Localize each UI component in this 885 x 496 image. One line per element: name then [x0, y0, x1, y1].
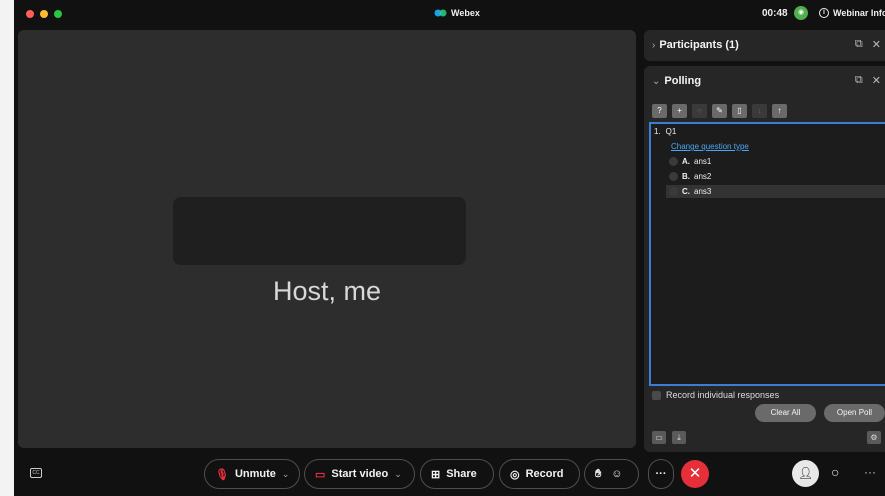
title-bar: Webex 00:48 ◉ i Webinar Info [14, 0, 885, 28]
poll-question-editor[interactable]: 1. Q1 Change question type A. ans1 B. ans2… [649, 122, 885, 386]
record-individual-responses[interactable]: Record individual responses [652, 390, 779, 400]
participants-panel: › Participants (1) ⧉ ✕ [644, 30, 885, 61]
open-folder-icon[interactable]: ▭ [652, 431, 666, 444]
raise-hand-icon[interactable]: ✋︎ [595, 468, 601, 481]
polling-toolbar: ? + ○ ✎ ▯ ↓ ↑ [652, 104, 787, 118]
leave-meeting-button[interactable]: ✕ [681, 460, 709, 488]
participant-name: Host, me [272, 276, 382, 306]
move-up-icon[interactable]: ↑ [772, 104, 787, 118]
start-video-button[interactable]: ▭ Start video ⌄ [304, 459, 415, 489]
popout-icon[interactable]: ⧉ [855, 74, 863, 87]
gear-icon[interactable]: ⚙ [867, 431, 881, 444]
change-question-type-link[interactable]: Change question type [671, 142, 749, 151]
webex-logo-icon [434, 9, 447, 17]
ellipsis-icon: ··· [655, 468, 667, 480]
radio-icon [669, 172, 678, 181]
chevron-down-icon: ⌄ [652, 75, 661, 87]
close-icon[interactable]: ✕ [872, 74, 881, 87]
close-window-button[interactable] [26, 10, 34, 18]
maximize-window-button[interactable] [54, 10, 62, 18]
more-options-button[interactable]: ··· [648, 459, 674, 489]
record-button[interactable]: ◎ Record [499, 459, 580, 489]
share-icon: ⊞ [431, 468, 441, 481]
info-icon: i [819, 8, 829, 18]
record-icon: ◎ [510, 468, 520, 481]
minimize-window-button[interactable] [40, 10, 48, 18]
meeting-timer: 00:48 [762, 8, 788, 19]
polling-panel: ⌄ Polling ⧉ ✕ ? + ○ ✎ ▯ ↓ ↑ 1. Q1 Change… [644, 66, 885, 452]
answer-option[interactable]: A. ans1 [666, 155, 885, 168]
window-title: Webex [434, 8, 480, 18]
webex-window: Webex 00:48 ◉ i Webinar Info Host, me › … [14, 0, 885, 496]
radio-icon [669, 187, 678, 196]
disabled-tool-icon[interactable]: ○ [692, 104, 707, 118]
chevron-right-icon: › [652, 39, 656, 51]
webinar-info-button[interactable]: i Webinar Info [819, 8, 885, 18]
chevron-down-icon[interactable]: ⌄ [282, 469, 290, 480]
meeting-controls: CC 🎙︎ Unmute ⌄ ▭ Start video ⌄ ⊞ Share ◎… [14, 453, 885, 496]
question-row[interactable]: 1. Q1 [654, 127, 676, 136]
video-placeholder [173, 197, 466, 265]
mic-muted-icon: 🎙︎ [215, 468, 229, 481]
reactions-group: ✋︎ ☺ [584, 459, 639, 489]
unmute-button[interactable]: 🎙︎ Unmute ⌄ [204, 459, 300, 489]
more-icon[interactable]: ··· [864, 465, 876, 479]
new-question-icon[interactable]: ? [652, 104, 667, 118]
participants-icon[interactable]: 👤︎ [792, 460, 819, 487]
answer-option[interactable]: B. ans2 [666, 170, 885, 183]
radio-icon [669, 157, 678, 166]
popout-icon[interactable]: ⧉ [855, 38, 863, 51]
polling-header[interactable]: ⌄ Polling [652, 75, 701, 87]
video-off-icon: ▭ [315, 468, 326, 481]
status-indicator-icon[interactable]: ◉ [794, 6, 808, 20]
clear-all-button[interactable]: Clear All [755, 404, 816, 422]
open-poll-button[interactable]: Open Poll [824, 404, 885, 422]
chat-icon[interactable]: ○ [831, 464, 839, 480]
edit-icon[interactable]: ✎ [712, 104, 727, 118]
share-button[interactable]: ⊞ Share [420, 459, 494, 489]
participants-header[interactable]: › Participants (1) [652, 39, 739, 51]
move-down-icon[interactable]: ↓ [752, 104, 767, 118]
answer-option[interactable]: C. ans3 [666, 185, 885, 198]
record-checkbox[interactable] [652, 390, 661, 400]
delete-icon[interactable]: ▯ [732, 104, 747, 118]
add-answer-icon[interactable]: + [672, 104, 687, 118]
captions-icon[interactable]: CC [30, 468, 42, 478]
save-icon[interactable]: ⤓ [672, 431, 686, 444]
close-icon[interactable]: ✕ [872, 38, 881, 51]
video-stage: Host, me [18, 30, 636, 448]
emoji-icon[interactable]: ☺ [611, 468, 622, 480]
chevron-down-icon[interactable]: ⌄ [394, 469, 402, 480]
